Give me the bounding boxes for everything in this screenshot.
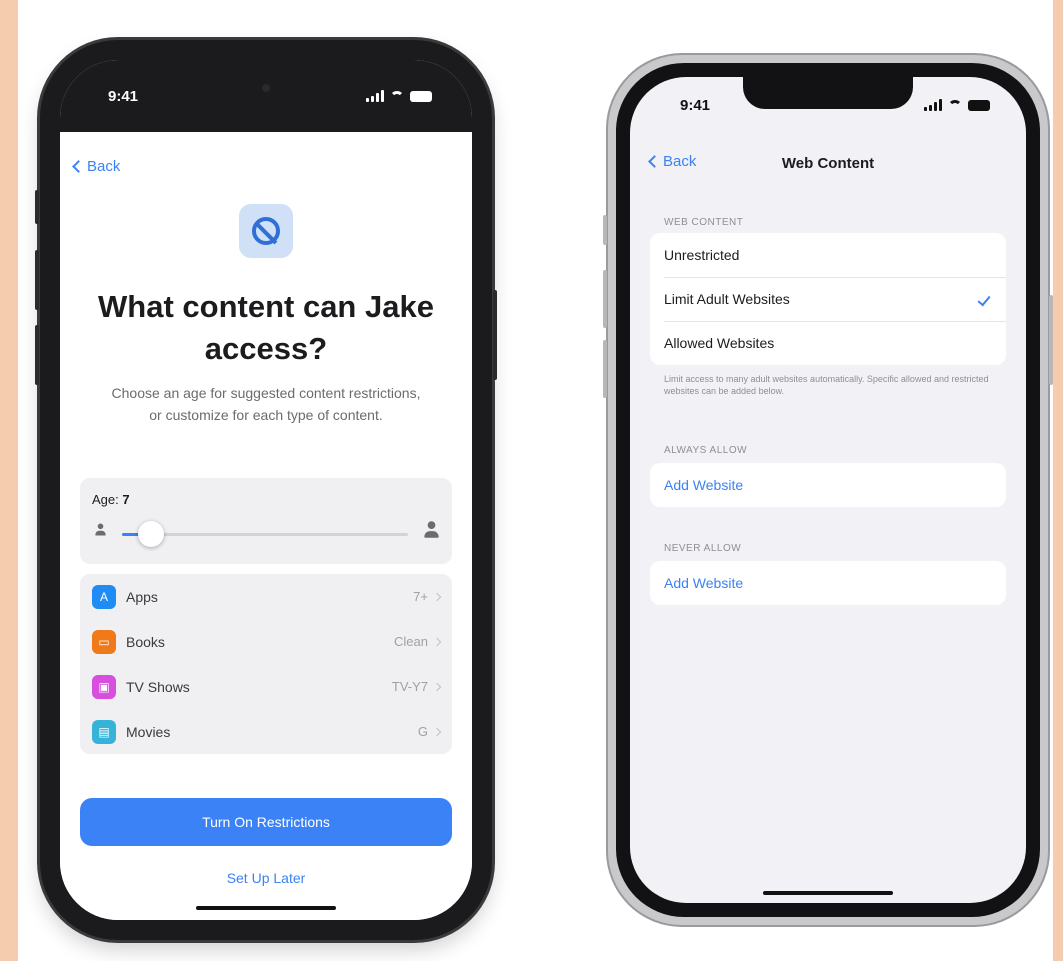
chevron-right-icon	[432, 592, 442, 601]
volume-down-button	[35, 325, 39, 385]
right-bezel: 9:41 Back Web Content WEB CONTENT Unrest…	[616, 63, 1040, 917]
volume-up-button	[603, 270, 607, 328]
power-button	[1049, 295, 1053, 385]
app-store-icon: A	[92, 584, 116, 609]
row-label: TV Shows	[126, 678, 190, 695]
section-header-always-allow: ALWAYS ALLOW	[664, 445, 748, 456]
row-label: Movies	[126, 723, 171, 740]
adult-icon	[424, 521, 439, 538]
status-time: 9:41	[680, 96, 711, 114]
signal-icon	[366, 90, 384, 102]
chevron-right-icon	[432, 637, 442, 646]
battery-icon	[410, 90, 432, 102]
page-title: What content can Jake access?	[98, 289, 434, 366]
chevron-left-icon	[72, 160, 85, 173]
books-icon: ▭	[92, 629, 116, 654]
always-allow-group: Add Website	[650, 463, 1006, 507]
chevron-right-icon	[432, 727, 442, 736]
setup-sheet: Back What content can Jake access? Choos…	[60, 132, 472, 920]
web-content-footnote: Limit access to many adult websites auto…	[664, 374, 989, 396]
canvas: 9:41 Back What content can Jake access? …	[18, 0, 1053, 961]
age-label: Age: 7	[92, 492, 130, 507]
tv-icon: ▣	[92, 674, 116, 699]
row-label: Apps	[126, 588, 158, 605]
child-icon	[95, 523, 106, 536]
set-up-later-button[interactable]: Set Up Later	[60, 870, 472, 886]
option-allowed-websites[interactable]: Allowed Websites	[650, 321, 1006, 365]
battery-icon	[968, 99, 990, 111]
movies-icon: ▤	[92, 719, 116, 744]
front-camera	[262, 84, 270, 92]
left-screen: 9:41 Back What content can Jake access? …	[60, 60, 472, 920]
never-allow-add-website-button[interactable]: Add Website	[650, 561, 1006, 605]
list-item-tv-shows[interactable]: ▣ TV Shows TV-Y7	[80, 664, 452, 709]
row-value: G	[417, 724, 428, 739]
chevron-right-icon	[432, 682, 442, 691]
never-allow-group: Add Website	[650, 561, 1006, 605]
status-icons	[924, 99, 990, 111]
list-item-apps[interactable]: A Apps 7+	[80, 574, 452, 619]
volume-down-button	[603, 340, 607, 398]
wifi-icon	[948, 100, 962, 110]
mute-switch	[603, 215, 607, 245]
home-indicator	[196, 906, 336, 910]
wifi-icon	[390, 91, 404, 101]
signal-icon	[924, 99, 942, 111]
row-label: Books	[126, 633, 165, 650]
row-value: TV-Y7	[391, 679, 428, 694]
no-entry-icon	[252, 217, 280, 245]
home-indicator	[763, 891, 893, 895]
right-screen: 9:41 Back Web Content WEB CONTENT Unrest…	[630, 77, 1026, 903]
section-header-never-allow: NEVER ALLOW	[664, 543, 742, 554]
age-label-text: Age:	[92, 492, 119, 507]
power-button	[493, 290, 497, 380]
restriction-icon	[239, 204, 293, 258]
back-label: Back	[87, 158, 121, 175]
left-phone: 9:41 Back What content can Jake access? …	[35, 40, 497, 940]
turn-on-restrictions-button[interactable]: Turn On Restrictions	[80, 798, 452, 846]
nav-title: Web Content	[781, 155, 875, 172]
status-icons	[366, 90, 432, 102]
age-slider-knob[interactable]	[137, 521, 164, 547]
back-button[interactable]: Back	[72, 158, 121, 175]
option-label: Unrestricted	[664, 247, 740, 263]
row-value: 7+	[413, 589, 428, 604]
list-item-movies[interactable]: ▤ Movies G	[80, 709, 452, 754]
age-card: Age: 7	[80, 478, 452, 564]
status-bar: 9:41	[630, 77, 1026, 133]
age-slider[interactable]	[122, 521, 408, 547]
list-item-books[interactable]: ▭ Books Clean	[80, 619, 452, 664]
status-time: 9:41	[108, 87, 139, 105]
volume-up-button	[35, 250, 39, 310]
status-bar: 9:41	[60, 60, 472, 132]
right-phone: 9:41 Back Web Content WEB CONTENT Unrest…	[603, 55, 1053, 925]
checkmark-icon	[977, 292, 991, 306]
section-header-web-content: WEB CONTENT	[664, 217, 744, 228]
always-allow-add-website-button[interactable]: Add Website	[650, 463, 1006, 507]
web-content-options: Unrestricted Limit Adult Websites Allowe…	[650, 233, 1006, 365]
option-label: Allowed Websites	[664, 335, 775, 351]
option-limit-adult-websites[interactable]: Limit Adult Websites	[650, 277, 1006, 321]
content-list: A Apps 7+ ▭ Books Clean ▣ TV Shows TV-Y7…	[80, 574, 452, 754]
page-subtitle: Choose an age for suggested content rest…	[111, 385, 421, 423]
row-value: Clean	[394, 634, 428, 649]
age-value: 7	[122, 492, 130, 507]
option-label: Limit Adult Websites	[664, 291, 790, 307]
option-unrestricted[interactable]: Unrestricted	[650, 233, 1006, 277]
mute-switch	[35, 190, 39, 224]
